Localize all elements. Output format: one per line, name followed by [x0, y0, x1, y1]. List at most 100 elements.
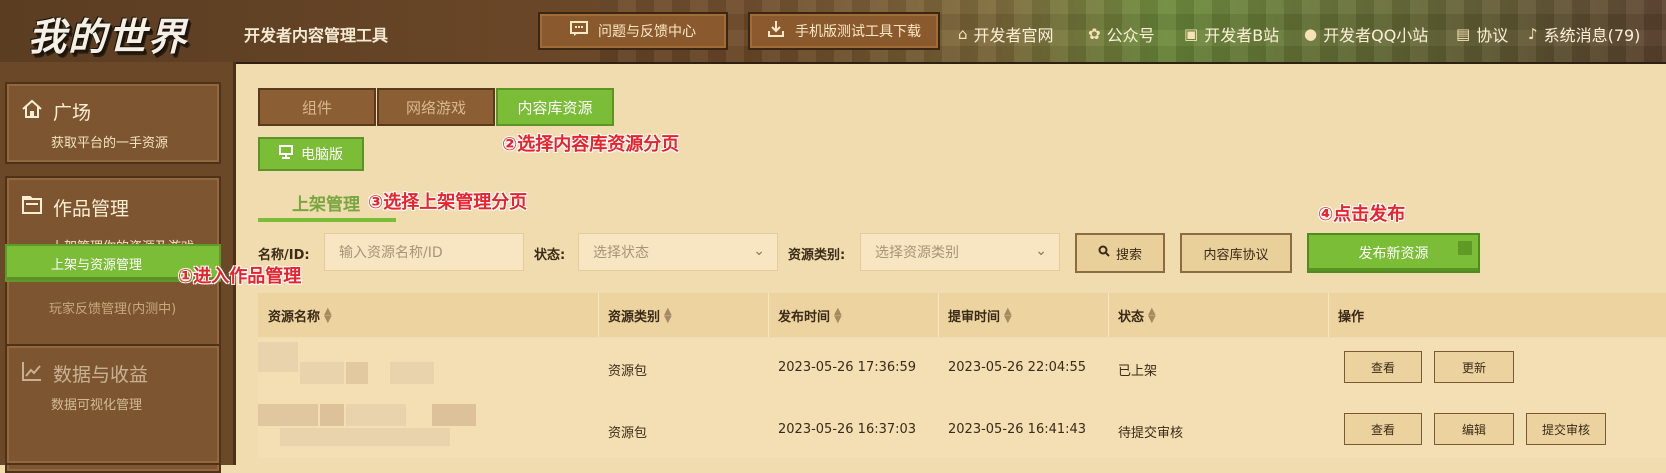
developer-site-label: 开发者官网 [973, 26, 1054, 45]
chart-icon [21, 360, 43, 387]
view-button[interactable]: 查看 [1344, 351, 1422, 383]
annotation-step-1: ①进入作品管理 [178, 266, 302, 287]
name-id-label: 名称/ID: [258, 248, 310, 263]
status-select[interactable]: 选择状态 ⌄ [578, 233, 778, 271]
column-header-name[interactable]: 资源名称 ▲ ▼ [268, 306, 332, 325]
sidebar-item-data-revenue-title: 数据与收益 [53, 364, 149, 386]
category-placeholder: 选择资源类别 [875, 245, 959, 261]
feedback-center-button[interactable]: 问题与反馈中心 [538, 12, 728, 50]
blurred-thumbnail [258, 404, 318, 426]
subtab-listing-management[interactable]: 上架管理 [292, 190, 360, 215]
bilibili-icon: ▣ [1184, 25, 1199, 43]
edit-button[interactable]: 编辑 [1434, 413, 1514, 445]
status-label: 状态: [534, 248, 566, 263]
bilibili-label: 开发者B站 [1204, 26, 1280, 45]
subtab-active-indicator [258, 218, 396, 222]
tab-components[interactable]: 组件 [258, 88, 376, 126]
sidebar-item-player-feedback-label: 玩家反馈管理(内测中) [49, 301, 177, 317]
blurred-name [346, 404, 406, 426]
blurred-name [432, 404, 476, 426]
system-messages-link[interactable]: ♪ 系统消息(79) [1528, 22, 1640, 46]
row-publish-time: 2023-05-26 16:37:03 [778, 422, 917, 437]
search-button[interactable]: 搜索 [1075, 233, 1165, 273]
chat-icon [570, 21, 588, 41]
sort-icon: ▲ ▼ [834, 305, 842, 325]
name-id-input[interactable]: 输入资源名称/ID [324, 233, 524, 271]
view-button[interactable]: 查看 [1344, 413, 1422, 445]
top-bar: 我的世界 开发者内容管理工具 问题与反馈中心 手机版测试工具下载 ⌂ 开发者官网… [0, 0, 1666, 64]
column-divider [768, 293, 769, 337]
annotation-step-3: ③选择上架管理分页 [368, 192, 528, 213]
blurred-name [390, 362, 434, 384]
sidebar-item-data-revenue-subtitle: 数据可视化管理 [51, 398, 143, 413]
row-status: 待提交审核 [1118, 426, 1184, 441]
system-messages-label: 系统消息(79) [1543, 26, 1641, 45]
qq-icon: ● [1304, 25, 1318, 43]
search-label: 搜索 [1115, 247, 1142, 263]
monitor-icon [279, 145, 293, 163]
qq-site-label: 开发者QQ小站 [1323, 26, 1429, 45]
blurred-name [300, 362, 344, 384]
sidebar-item-listing-label: 上架与资源管理 [51, 257, 143, 273]
tab-content-library[interactable]: 内容库资源 [496, 88, 614, 126]
protocol-label: 协议 [1476, 26, 1509, 45]
row-category: 资源包 [608, 364, 648, 379]
folder-icon [21, 195, 43, 220]
pixel-decoration [1458, 241, 1472, 255]
sort-icon: ▲ ▼ [664, 305, 672, 325]
sidebar-item-works-title[interactable]: 作品管理 [53, 194, 129, 221]
blurred-name [320, 404, 344, 426]
category-select[interactable]: 选择资源类别 ⌄ [860, 233, 1060, 271]
column-header-actions: 操作 [1338, 306, 1364, 325]
row-publish-time: 2023-05-26 17:36:59 [778, 360, 917, 375]
official-account-link[interactable]: ✿ 公众号 [1088, 22, 1155, 46]
sidebar-item-plaza[interactable]: 广场 获取平台的一手资源 [5, 82, 221, 164]
column-header-publish-time[interactable]: 发布时间 ▲ ▼ [778, 306, 842, 325]
sidebar-item-data-revenue[interactable]: 数据与收益 数据可视化管理 [5, 344, 221, 465]
protocol-link[interactable]: ▤ 协议 [1456, 22, 1508, 46]
bilibili-link[interactable]: ▣ 开发者B站 [1184, 22, 1279, 46]
app-title: 开发者内容管理工具 [244, 26, 389, 45]
column-header-name-label: 资源名称 [268, 310, 321, 325]
category-label: 资源类别: [788, 248, 846, 263]
column-divider [598, 293, 599, 337]
bell-icon: ♪ [1528, 25, 1538, 43]
row-category: 资源包 [608, 426, 648, 441]
sort-icon: ▲ ▼ [324, 305, 332, 325]
submit-review-button[interactable]: 提交审核 [1526, 413, 1606, 445]
row-status: 已上架 [1118, 364, 1158, 379]
column-header-review-time-label: 提审时间 [948, 310, 1001, 325]
publish-new-resource-button[interactable]: 发布新资源 [1307, 233, 1480, 273]
pc-edition-label: 电脑版 [301, 147, 343, 163]
qq-site-link[interactable]: ● 开发者QQ小站 [1304, 22, 1428, 46]
annotation-step-4: ④点击发布 [1318, 204, 1406, 225]
house-icon: ⌂ [958, 25, 968, 43]
column-header-category[interactable]: 资源类别 ▲ ▼ [608, 306, 672, 325]
sidebar-item-player-feedback[interactable]: 玩家反馈管理(内测中) [5, 288, 221, 326]
status-placeholder: 选择状态 [593, 245, 649, 261]
update-button[interactable]: 更新 [1434, 351, 1514, 383]
column-header-category-label: 资源类别 [608, 310, 661, 325]
content-library-protocol-button[interactable]: 内容库协议 [1180, 233, 1292, 273]
publish-new-resource-label: 发布新资源 [1358, 246, 1429, 262]
mobile-test-tool-download-button[interactable]: 手机版测试工具下载 [748, 12, 940, 50]
tab-network-games[interactable]: 网络游戏 [377, 88, 495, 126]
column-divider [938, 293, 939, 337]
document-icon: ▤ [1456, 25, 1471, 43]
blurred-name [280, 428, 450, 446]
row-review-time: 2023-05-26 22:04:55 [948, 360, 1087, 375]
pc-edition-button[interactable]: 电脑版 [258, 137, 364, 171]
mobile-test-tool-download-label: 手机版测试工具下载 [795, 24, 921, 40]
column-divider [1328, 293, 1329, 337]
column-header-actions-label: 操作 [1338, 310, 1365, 325]
wechat-icon: ✿ [1088, 25, 1101, 43]
feedback-center-label: 问题与反馈中心 [598, 24, 696, 40]
name-id-placeholder: 输入资源名称/ID [339, 245, 443, 261]
download-icon [767, 20, 785, 42]
column-header-review-time[interactable]: 提审时间 ▲ ▼ [948, 306, 1012, 325]
row-review-time: 2023-05-26 16:41:43 [948, 422, 1087, 437]
logo[interactable]: 我的世界 [28, 6, 188, 61]
blurred-name [346, 362, 368, 384]
column-header-status[interactable]: 状态 ▲ ▼ [1118, 306, 1156, 325]
developer-site-link[interactable]: ⌂ 开发者官网 [958, 22, 1054, 46]
